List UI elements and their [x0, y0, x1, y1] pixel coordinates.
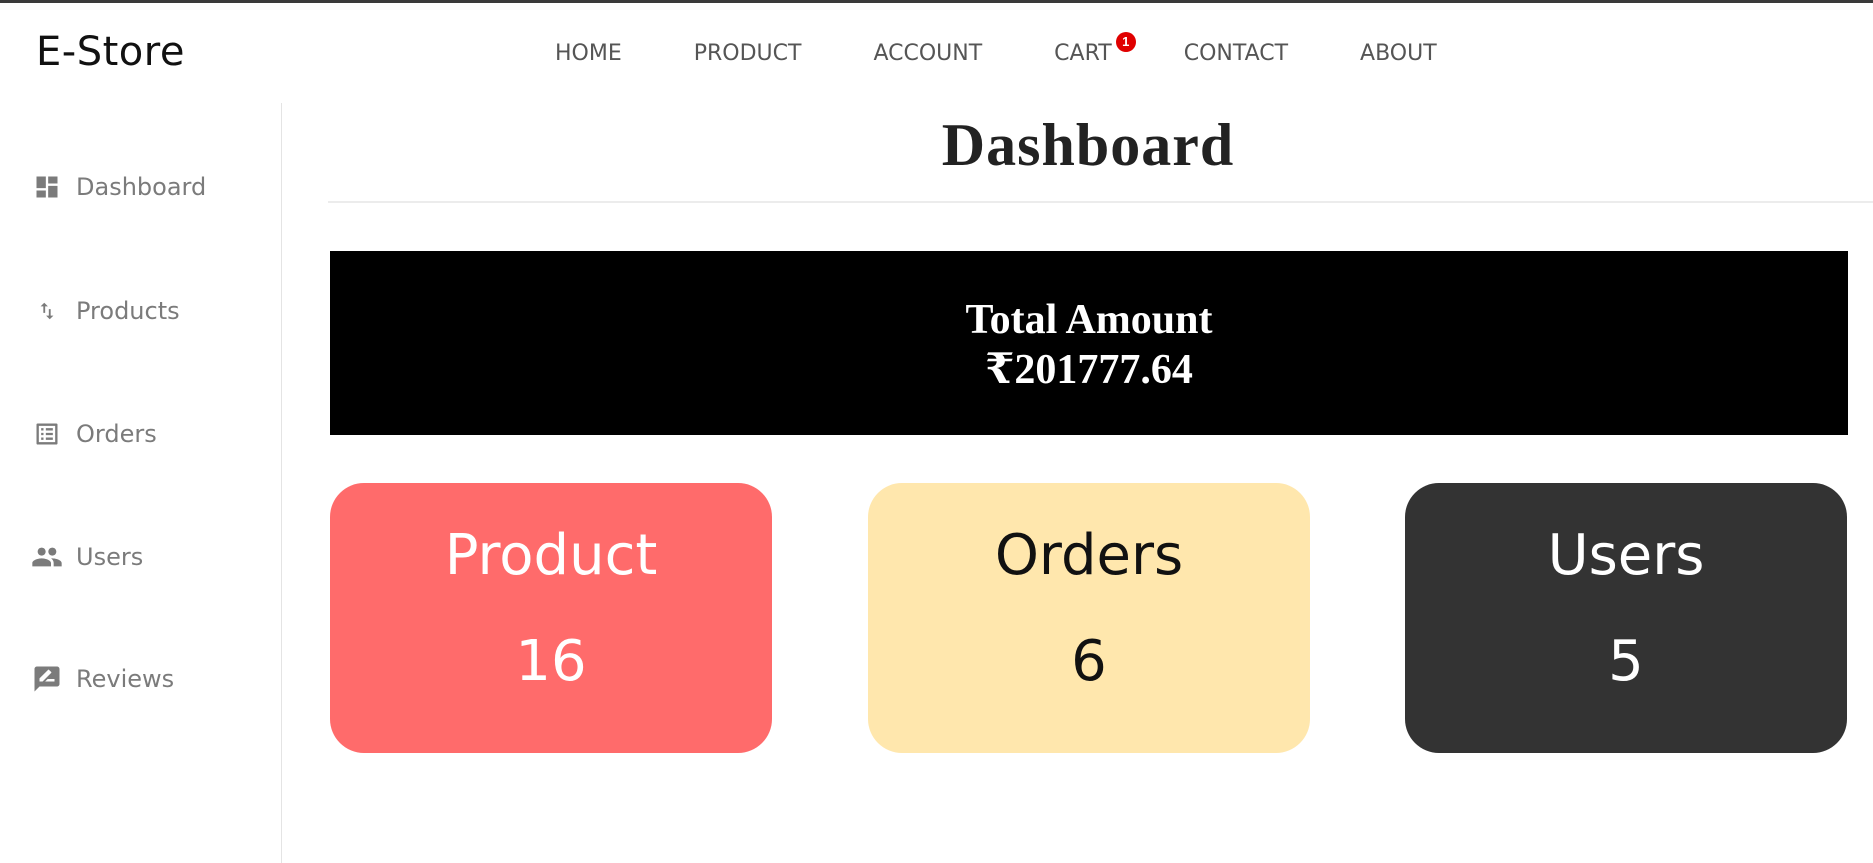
dashboard-icon	[30, 170, 64, 204]
page-title: Dashboard	[941, 112, 1235, 178]
sidebar-item-reviews[interactable]: Reviews	[30, 659, 174, 699]
nav-cart-label: CART	[1054, 41, 1112, 66]
sidebar-item-label: Orders	[76, 420, 157, 448]
card-count: 16	[515, 629, 587, 694]
card-count: 5	[1608, 629, 1644, 694]
nav-home[interactable]: HOME	[555, 41, 622, 66]
brand-logo[interactable]: E-Store	[36, 29, 185, 75]
sidebar-item-label: Dashboard	[76, 173, 207, 201]
total-amount-label: Total Amount	[965, 297, 1213, 343]
card-title: Product	[444, 523, 658, 588]
main-nav: HOME PRODUCT ACCOUNT CART 1 CONTACT ABOU…	[555, 32, 1437, 66]
title-divider	[328, 201, 1873, 203]
sidebar-item-label: Products	[76, 297, 180, 325]
cart-count-badge: 1	[1115, 32, 1136, 52]
sort-arrows-icon	[30, 294, 64, 328]
sidebar-item-dashboard[interactable]: Dashboard	[30, 167, 206, 207]
users-summary-card[interactable]: Users 5	[1405, 483, 1847, 753]
sidebar-item-label: Reviews	[76, 665, 175, 693]
nav-cart[interactable]: CART 1	[1054, 32, 1136, 66]
card-title: Orders	[994, 523, 1184, 588]
total-amount-value: ₹201777.64	[985, 347, 1193, 393]
sidebar-item-label: Users	[76, 543, 144, 571]
sidebar-item-orders[interactable]: Orders	[30, 414, 157, 454]
list-alt-icon	[30, 417, 64, 451]
sidebar-item-users[interactable]: Users	[30, 537, 143, 577]
nav-account[interactable]: ACCOUNT	[873, 41, 982, 66]
sidebar: Dashboard Products Orders Users Reviews	[0, 103, 282, 863]
header: E-Store HOME PRODUCT ACCOUNT CART 1 CONT…	[0, 3, 1873, 103]
nav-product[interactable]: PRODUCT	[694, 41, 802, 66]
nav-about[interactable]: ABOUT	[1360, 41, 1437, 66]
product-summary-card[interactable]: Product 16	[330, 483, 772, 753]
people-icon	[30, 540, 64, 574]
rate-review-icon	[30, 662, 64, 696]
card-title: Users	[1547, 523, 1705, 588]
nav-contact[interactable]: CONTACT	[1184, 41, 1288, 66]
card-count: 6	[1071, 629, 1107, 694]
orders-summary-card[interactable]: Orders 6	[868, 483, 1310, 753]
total-amount-panel: Total Amount ₹201777.64	[330, 251, 1848, 435]
dashboard-main: Dashboard Total Amount ₹201777.64 Produc…	[283, 103, 1873, 863]
sidebar-item-products[interactable]: Products	[30, 291, 180, 331]
